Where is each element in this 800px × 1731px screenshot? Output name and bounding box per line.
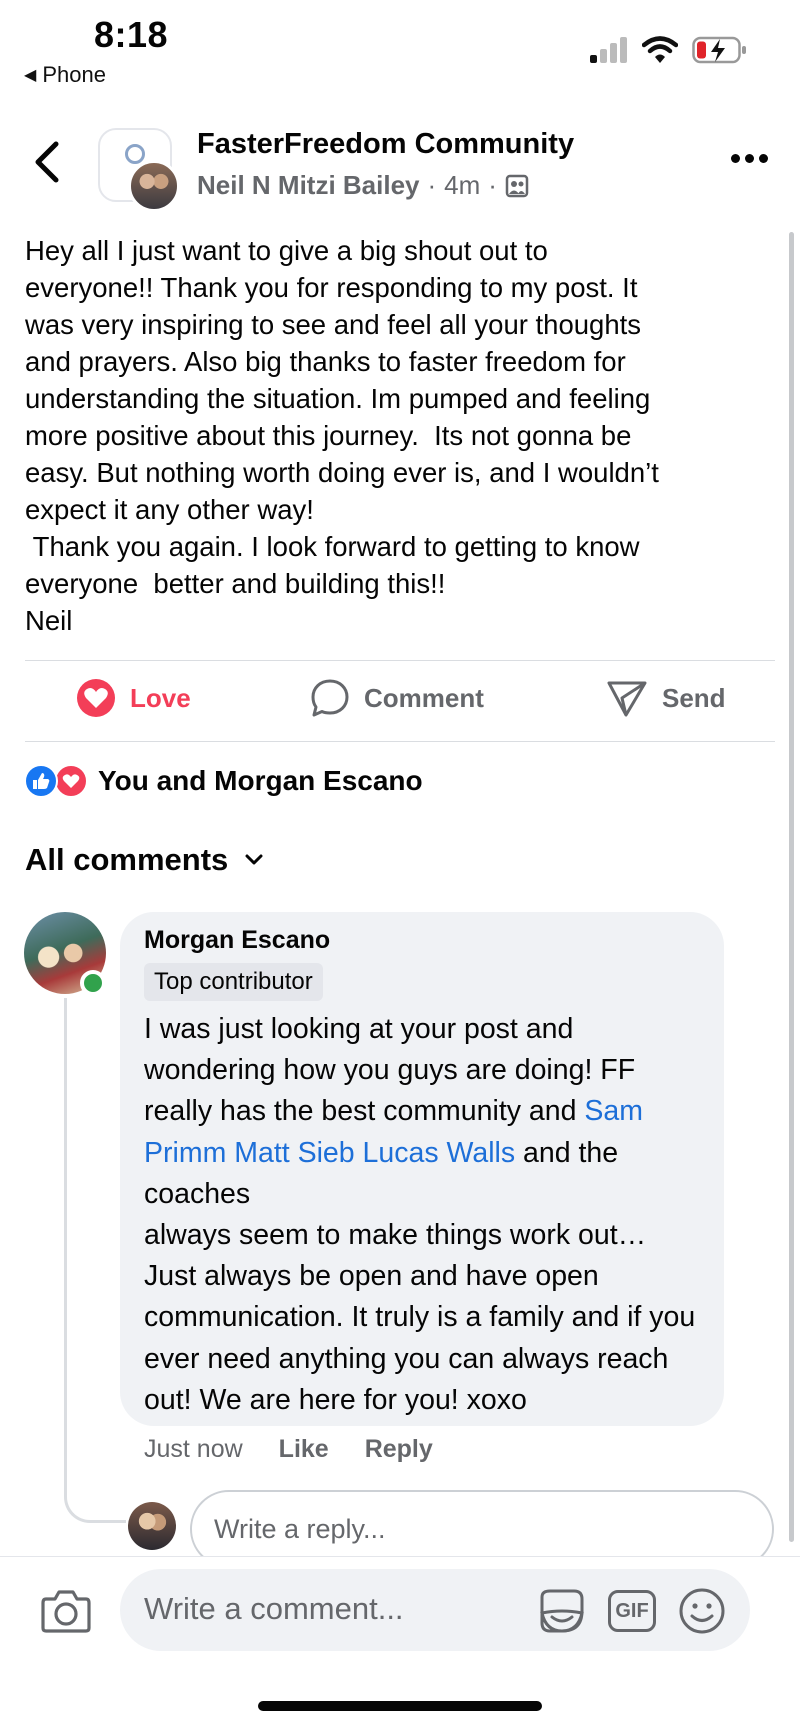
back-app-label: Phone (42, 62, 106, 87)
emoji-icon[interactable] (678, 1587, 726, 1635)
comments-filter-label: All comments (25, 842, 229, 877)
love-button[interactable]: Love (76, 678, 191, 718)
divider (25, 660, 775, 661)
home-indicator[interactable] (258, 1701, 542, 1711)
status-time: 8:18 (94, 14, 169, 55)
comment-composer: Write a comment... GIF (0, 1556, 800, 1731)
scrollbar[interactable] (789, 232, 794, 1542)
comment-reply-button[interactable]: Reply (365, 1435, 433, 1464)
post-text: Hey all I just want to give a big shout … (25, 235, 659, 636)
members-icon (505, 174, 529, 197)
love-label: Love (130, 682, 191, 713)
comment-input[interactable]: Write a comment... GIF (120, 1569, 750, 1651)
comment-bubble[interactable]: Morgan Escano Top contributor I was just… (120, 912, 724, 1426)
sticker-icon[interactable] (536, 1587, 586, 1635)
post-time: 4m (444, 170, 481, 200)
back-to-app[interactable]: ◀ Phone (24, 62, 106, 88)
send-label: Send (662, 682, 726, 713)
reply-placeholder: Write a reply... (214, 1513, 386, 1544)
comment-like-button[interactable]: Like (279, 1435, 329, 1464)
back-triangle-icon: ◀ (24, 67, 37, 84)
group-logo-icon (125, 144, 145, 164)
comment-meta: Just now Like Reply (144, 1435, 433, 1464)
wifi-icon (642, 36, 678, 63)
group-name[interactable]: FasterFreedom Community (197, 128, 574, 161)
post-header: FasterFreedom Community Neil N Mitzi Bai… (0, 118, 800, 218)
author-avatar[interactable] (128, 160, 180, 212)
more-options-icon[interactable] (731, 154, 768, 163)
status-icons (590, 36, 748, 64)
send-button[interactable]: Send (606, 678, 726, 718)
camera-icon[interactable] (40, 1587, 92, 1635)
comment-time: Just now (144, 1435, 243, 1463)
chevron-down-icon (245, 854, 263, 865)
battery-charging-icon (692, 36, 746, 64)
gif-button[interactable]: GIF (608, 1590, 656, 1632)
divider (25, 741, 775, 742)
post-actions: Love Comment Send (0, 664, 800, 738)
top-contributor-badge: Top contributor (144, 963, 323, 1001)
reactors-text: You and Morgan Escano (98, 765, 423, 796)
comment-icon (311, 679, 349, 717)
comment-text-part: and the coaches always seem to make thin… (144, 1136, 696, 1416)
signal-icon (590, 37, 627, 63)
send-icon (607, 681, 647, 717)
like-reaction-icon (24, 764, 58, 798)
thread-line (64, 998, 126, 1523)
comment-label: Comment (364, 682, 484, 713)
comment-placeholder: Write a comment... (144, 1591, 404, 1626)
author-name[interactable]: Neil N Mitzi Bailey (197, 170, 420, 201)
online-status-icon (80, 970, 106, 996)
post-meta: Neil N Mitzi Bailey · 4m · (197, 170, 529, 201)
comments-filter[interactable]: All comments (25, 842, 264, 878)
love-reaction-icon (54, 764, 88, 798)
meta-separator: · (427, 170, 437, 200)
composer-icons: GIF (536, 1587, 726, 1635)
meta-separator: · (488, 170, 497, 200)
comment-button[interactable]: Comment (310, 678, 484, 718)
comment-text-part: I was just looking at your post and wond… (144, 1013, 636, 1128)
reactions-summary[interactable]: You and Morgan Escano (24, 764, 423, 798)
love-icon (77, 679, 115, 717)
back-chevron-icon[interactable] (30, 140, 66, 184)
current-user-avatar (128, 1502, 176, 1550)
commenter-name[interactable]: Morgan Escano (144, 926, 700, 955)
comment-text: I was just looking at your post and wond… (144, 1009, 700, 1421)
